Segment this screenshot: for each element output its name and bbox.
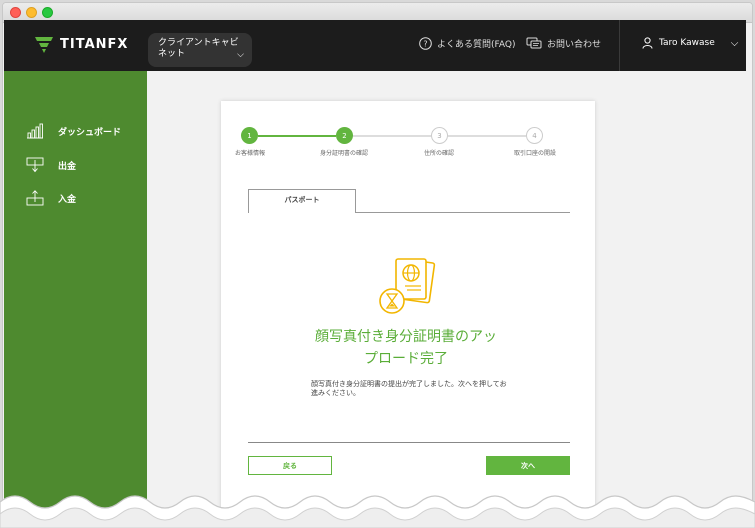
main-content: 1 2 3 4 お客様情報 身分証明書の確認 住所の確認 取引口座の開設 パスポ… — [147, 71, 746, 524]
sidebar-item-withdraw[interactable]: 出金 — [26, 157, 76, 173]
titanfx-logo-icon — [35, 37, 53, 53]
sidebar-item-dashboard[interactable]: ダッシュボード — [26, 123, 121, 139]
sidebar: ダッシュボード 出金 入金 — [4, 71, 147, 524]
sidebar-item-label: ダッシュボード — [58, 127, 122, 138]
svg-text:?: ? — [423, 39, 427, 48]
step-1-label: お客様情報 — [234, 150, 266, 157]
step-connector — [353, 135, 431, 137]
deposit-icon — [26, 190, 44, 206]
verification-card: 1 2 3 4 お客様情報 身分証明書の確認 住所の確認 取引口座の開設 パスポ… — [221, 101, 595, 511]
cabinet-label: クライアントキャビネット — [158, 38, 239, 59]
chevron-down-icon: ⌵ — [730, 37, 739, 49]
user-name: Taro Kawase — [659, 38, 715, 48]
upload-complete-headline: 顔写真付き身分証明書のアッ プロード完了 — [271, 326, 541, 370]
withdraw-icon — [26, 157, 44, 173]
faq-label: よくある質問(FAQ) — [437, 40, 516, 50]
maximize-window-button[interactable] — [42, 7, 53, 18]
step-1-indicator: 1 — [241, 127, 258, 144]
faq-link[interactable]: ? よくある質問(FAQ) — [419, 37, 515, 50]
headline-line-2: プロード完了 — [364, 351, 448, 367]
step-connector — [448, 135, 526, 137]
step-3-label: 住所の確認 — [423, 150, 455, 157]
chevron-down-icon: ⌵ — [237, 50, 244, 60]
step-2-indicator: 2 — [336, 127, 353, 144]
tab-passport[interactable]: パスポート — [248, 189, 356, 213]
progress-stepper: 1 2 3 4 お客様情報 身分証明書の確認 住所の確認 取引口座の開設 — [235, 127, 575, 163]
sidebar-item-deposit[interactable]: 入金 — [26, 190, 76, 206]
minimize-window-button[interactable] — [26, 7, 37, 18]
contact-link[interactable]: お問い合わせ — [526, 37, 601, 50]
tab-underline — [356, 212, 570, 213]
user-icon — [642, 37, 653, 49]
sidebar-item-label: 出金 — [58, 161, 77, 172]
user-menu[interactable]: Taro Kawase ⌵ — [642, 37, 738, 49]
step-4-label: 取引口座の開設 — [513, 150, 557, 157]
sidebar-item-label: 入金 — [58, 194, 77, 205]
step-2-label: 身分証明書の確認 — [319, 150, 369, 157]
top-navigation-bar: TITANFX クライアントキャビネット ⌵ ? よくある質問(FAQ) お問い… — [4, 20, 746, 71]
upload-complete-description: 顔写真付き身分証明書の提出が完了しました。次へを押してお進みください。 — [311, 380, 507, 397]
close-window-button[interactable] — [10, 7, 21, 18]
torn-edge-decoration — [0, 495, 755, 528]
chat-bubble-icon — [526, 37, 542, 49]
topbar-divider — [619, 20, 620, 71]
passport-upload-icon — [379, 258, 436, 314]
titanfx-logo[interactable]: TITANFX — [34, 34, 128, 54]
next-button[interactable]: 次へ — [486, 456, 570, 475]
question-circle-icon: ? — [419, 37, 432, 50]
footer-divider — [248, 442, 570, 443]
step-4-indicator: 4 — [526, 127, 543, 144]
headline-line-1: 顔写真付き身分証明書のアッ — [315, 329, 497, 345]
bar-chart-icon — [27, 123, 43, 139]
step-connector — [258, 135, 336, 137]
step-3-indicator: 3 — [431, 127, 448, 144]
client-cabinet-dropdown[interactable]: クライアントキャビネット ⌵ — [148, 33, 252, 67]
back-button[interactable]: 戻る — [248, 456, 332, 475]
logo-text: TITANFX — [60, 36, 129, 52]
contact-label: お問い合わせ — [547, 40, 602, 50]
